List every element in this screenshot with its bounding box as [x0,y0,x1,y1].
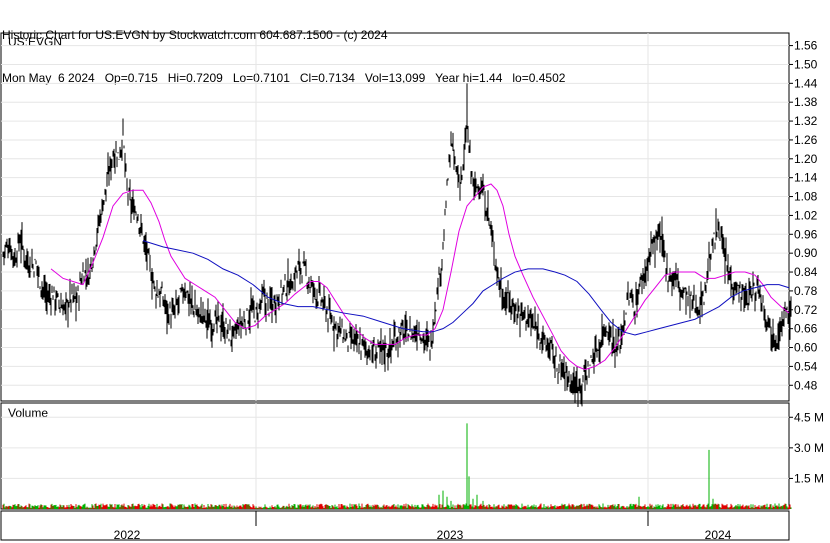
price-tick-label: 1.14 [794,171,818,185]
price-tick-label: 0.60 [794,341,818,355]
price-tick-label: 1.44 [794,76,818,90]
y-tick-labels: 1.56 1.50 1.44 1.38 1.32 1.26 1.20 1.14 1.08 1.02… [789,39,824,485]
price-tick-label: 0.66 [794,322,818,336]
price-tick-label: 0.96 [794,227,818,241]
price-tick-label: 0.84 [794,265,818,279]
volume-tick-label: 4.5 M [794,410,824,424]
x-axis-label-2022: 2022 [114,528,141,542]
x-axis-label-2023: 2023 [437,528,464,542]
price-tick-label: 1.08 [794,190,818,204]
price-tick-label: 1.02 [794,208,818,222]
price-tick-label: 1.26 [794,133,818,147]
price-tick-label: 1.38 [794,95,818,109]
price-tick-label: 0.78 [794,284,818,298]
volume-tick-label: 3.0 M [794,441,824,455]
x-axis-label-2024: 2024 [705,528,732,542]
volume-panel-frame [0,402,790,510]
price-tick-label: 1.20 [794,152,818,166]
price-panel-frame [0,32,790,402]
volume-tick-label: 1.5 M [794,471,824,485]
price-tick-label: 0.72 [794,303,818,317]
price-tick-label: 1.32 [794,114,818,128]
price-tick-label: 0.54 [794,359,818,373]
price-panel-title: US:EVGN [8,35,62,49]
stock-chart: US:EVGN Volume 1.561.501.441.381.321.261… [0,32,824,542]
volume-bars [2,423,792,509]
price-tick-label: 0.48 [794,378,818,392]
volume-panel-title: Volume [8,406,48,420]
price-tick-label: 1.56 [794,39,818,53]
price-tick-label: 1.50 [794,57,818,71]
price-bars [2,83,792,407]
price-tick-label: 0.90 [794,246,818,260]
